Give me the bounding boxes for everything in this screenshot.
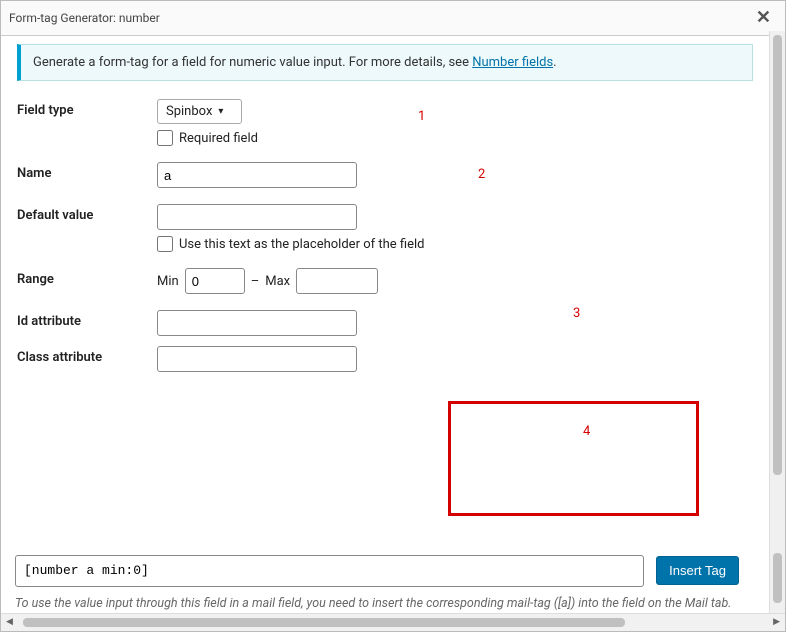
scroll-right-icon[interactable]: ▶: [773, 617, 780, 627]
label-default-value: Default value: [17, 204, 157, 223]
scrollbar-thumb[interactable]: [773, 35, 782, 475]
row-id-attr: Id attribute: [17, 310, 753, 336]
id-attr-input[interactable]: [157, 310, 357, 336]
intro-text-after: .: [553, 55, 556, 70]
chevron-down-icon: ▾: [218, 106, 223, 117]
placeholder-checkbox[interactable]: [157, 236, 173, 252]
number-fields-link[interactable]: Number fields: [472, 55, 553, 70]
row-field-type: Field type Spinbox ▾ Required field: [17, 99, 753, 146]
placeholder-checkbox-label: Use this text as the placeholder of the …: [179, 237, 424, 252]
label-field-type: Field type: [17, 99, 157, 118]
field-type-selected: Spinbox: [166, 104, 212, 119]
mail-tag-hint: To use the value input through this fiel…: [15, 595, 739, 613]
annotation-number-3: 3: [573, 306, 580, 321]
row-name: Name: [17, 162, 753, 188]
intro-banner: Generate a form-tag for a field for nume…: [17, 44, 753, 81]
form-tag-generator-window: Form-tag Generator: number ✕ Generate a …: [0, 0, 786, 632]
default-value-input[interactable]: [157, 204, 357, 230]
class-attr-input[interactable]: [157, 346, 357, 372]
content-area: Generate a form-tag for a field for nume…: [1, 36, 769, 618]
row-range: Range Min – Max: [17, 268, 753, 294]
titlebar: Form-tag Generator: number ✕: [1, 1, 785, 36]
label-class-attr: Class attribute: [17, 346, 157, 365]
intro-text-before: Generate a form-tag for a field for nume…: [33, 55, 472, 70]
insert-tag-button[interactable]: Insert Tag: [656, 556, 739, 585]
row-class-attr: Class attribute: [17, 346, 753, 372]
scrollbar-thumb-lower[interactable]: [773, 553, 782, 603]
required-field-checkbox[interactable]: [157, 130, 173, 146]
h-scrollbar-thumb[interactable]: [23, 618, 625, 627]
generated-tag-output[interactable]: [15, 555, 644, 587]
close-icon[interactable]: ✕: [752, 7, 775, 29]
annotation-number-4: 4: [583, 424, 590, 439]
vertical-scrollbar[interactable]: [769, 31, 785, 613]
scroll-left-icon[interactable]: ◀: [6, 617, 13, 627]
range-max-input[interactable]: [296, 268, 378, 294]
annotation-number-1: 1: [418, 109, 425, 124]
window-title: Form-tag Generator: number: [9, 11, 160, 25]
name-input[interactable]: [157, 162, 357, 188]
range-max-label: Max: [265, 274, 290, 289]
range-min-label: Min: [157, 274, 179, 289]
horizontal-scrollbar[interactable]: ◀ ▶: [1, 613, 785, 631]
field-type-select[interactable]: Spinbox ▾: [157, 99, 242, 124]
label-range: Range: [17, 268, 157, 287]
label-id-attr: Id attribute: [17, 310, 157, 329]
label-name: Name: [17, 162, 157, 181]
required-field-label: Required field: [179, 131, 258, 146]
range-min-input[interactable]: [185, 268, 245, 294]
output-area: Insert Tag To use the value input throug…: [15, 555, 739, 613]
row-default-value: Default value Use this text as the place…: [17, 204, 753, 252]
annotation-number-2: 2: [478, 167, 485, 182]
range-dash: –: [251, 274, 260, 289]
